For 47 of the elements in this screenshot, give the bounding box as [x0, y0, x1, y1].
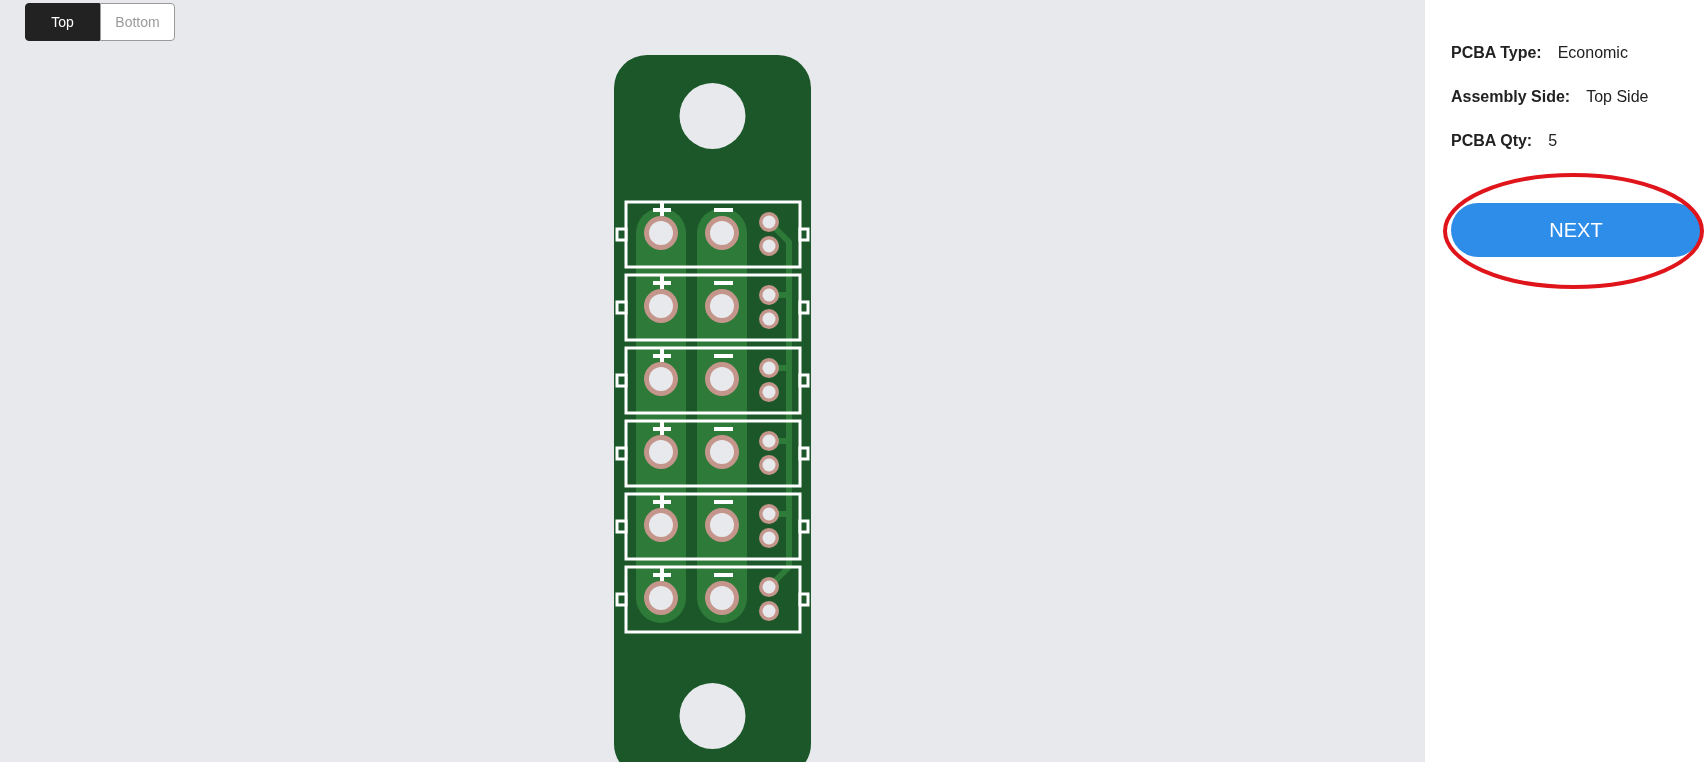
view-tab[interactable]: Bottom	[100, 3, 175, 41]
minus-icon	[714, 573, 733, 577]
solder-pad	[705, 362, 739, 396]
solder-pad	[644, 581, 678, 615]
detail-label: Assembly Side:	[1451, 87, 1571, 107]
detail-value: Economic	[1557, 43, 1628, 63]
minus-icon	[714, 281, 733, 285]
solder-pad	[759, 577, 779, 597]
detail-label: PCBA Qty:	[1451, 131, 1533, 151]
solder-pad	[644, 362, 678, 396]
solder-pad	[759, 382, 779, 402]
mounting-hole	[679, 683, 746, 749]
plus-icon	[653, 203, 671, 216]
minus-icon	[714, 500, 733, 504]
minus-icon	[714, 427, 733, 431]
solder-pad	[759, 358, 779, 378]
plus-icon	[653, 568, 671, 581]
solder-pad	[759, 601, 779, 621]
solder-pad	[759, 309, 779, 329]
solder-pad	[759, 212, 779, 232]
solder-pad	[644, 216, 678, 250]
solder-pad	[705, 435, 739, 469]
plus-icon	[653, 422, 671, 435]
solder-pad	[644, 435, 678, 469]
plus-icon	[653, 276, 671, 289]
solder-pad	[644, 508, 678, 542]
plus-icon	[653, 349, 671, 362]
plus-icon	[653, 495, 671, 508]
solder-pad	[705, 508, 739, 542]
view-tab[interactable]: Top	[25, 3, 100, 41]
solder-pad	[705, 289, 739, 323]
detail-value: 5	[1548, 131, 1558, 151]
solder-pad	[759, 431, 779, 451]
solder-pad	[759, 455, 779, 475]
solder-pad	[759, 236, 779, 256]
minus-icon	[714, 208, 733, 212]
mounting-hole	[679, 83, 746, 149]
next-button[interactable]: NEXT	[1451, 203, 1701, 257]
solder-pad	[759, 528, 779, 548]
solder-pad	[705, 581, 739, 615]
detail-label: PCBA Type:	[1451, 43, 1542, 63]
detail-value: Top Side	[1586, 87, 1649, 107]
solder-pad	[705, 216, 739, 250]
solder-pad	[759, 504, 779, 524]
solder-pad	[644, 289, 678, 323]
minus-icon	[714, 354, 733, 358]
solder-pad	[759, 285, 779, 305]
